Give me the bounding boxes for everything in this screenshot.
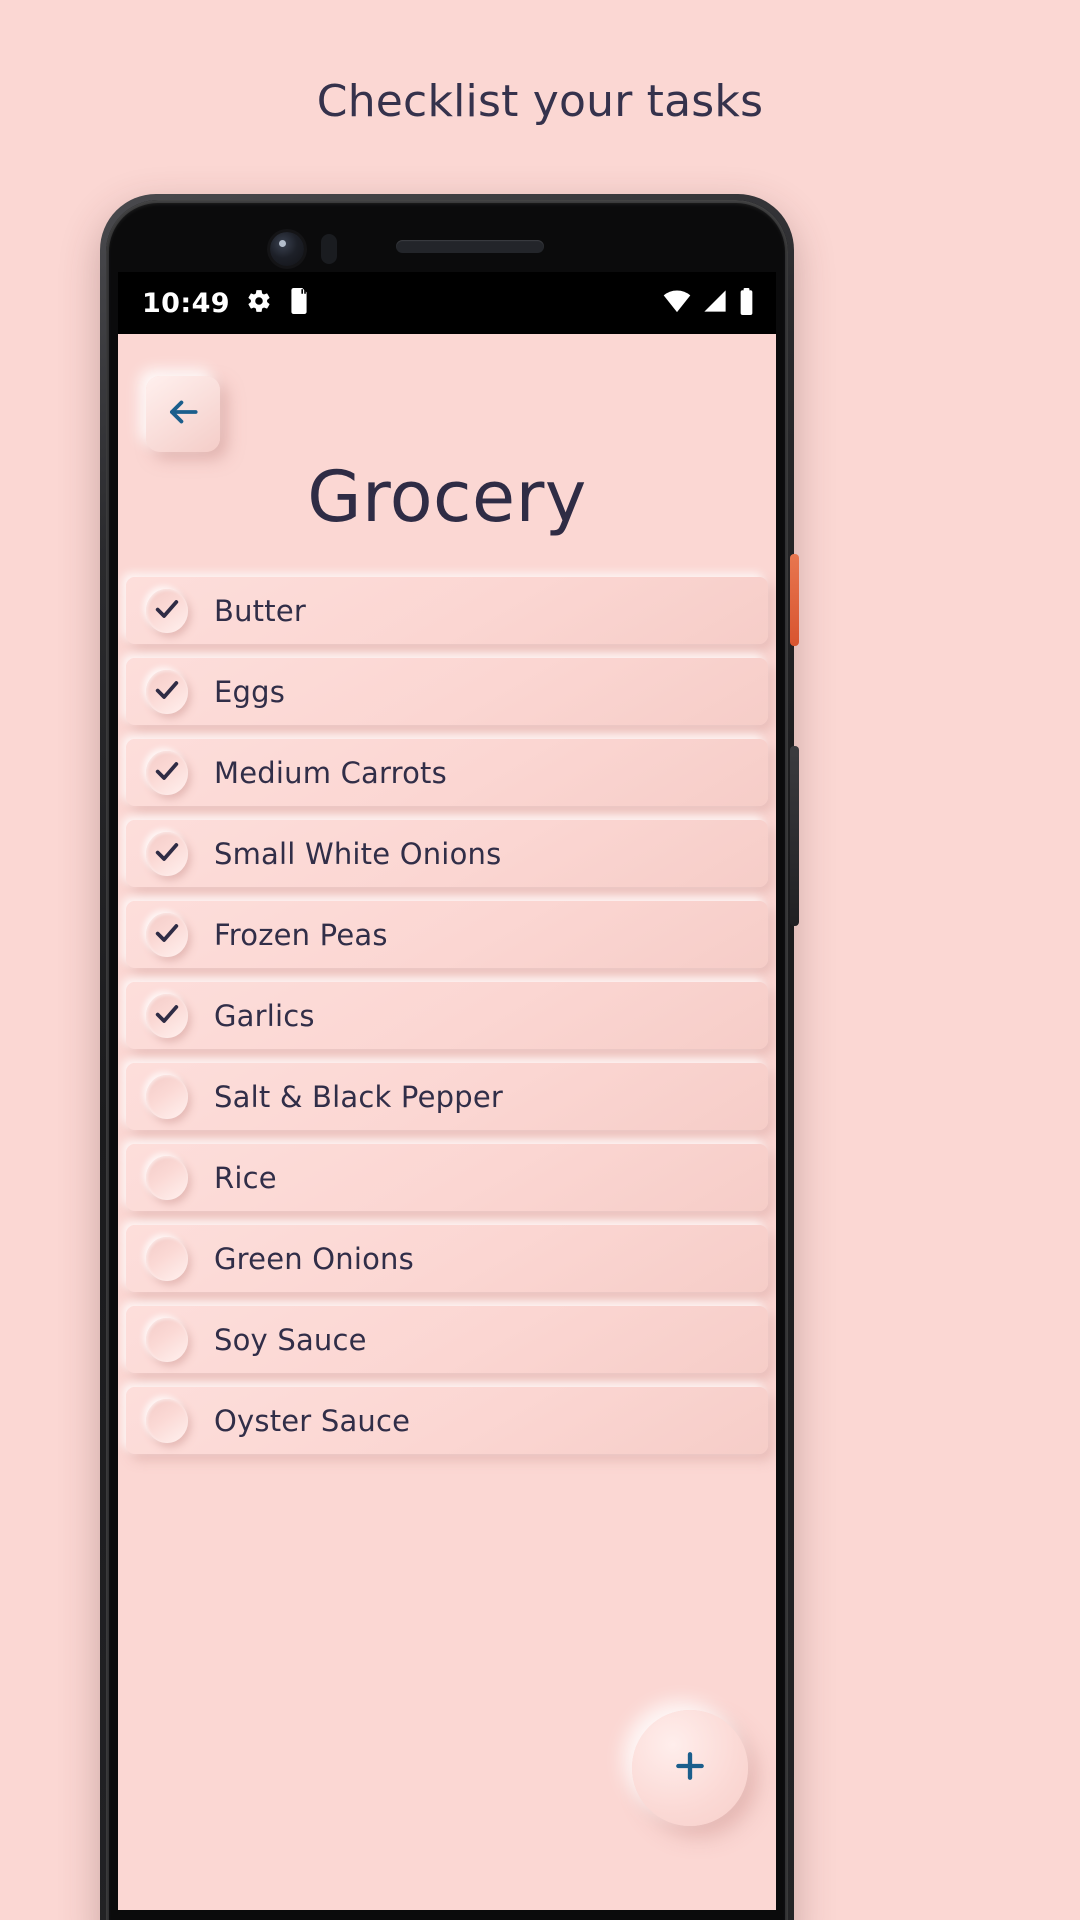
phone-device-frame: 10:49 Grocery Butter Eggs Medium Carrots…: [100, 194, 799, 1920]
task-label: Soy Sauce: [214, 1322, 367, 1357]
checkbox-checked[interactable]: [146, 750, 188, 795]
task-label: Small White Onions: [214, 836, 502, 871]
earpiece-speaker-icon: [396, 240, 544, 253]
proximity-sensor-icon: [321, 234, 337, 264]
gear-icon: [246, 288, 272, 318]
status-bar-right: [663, 287, 754, 319]
checkbox-checked[interactable]: [146, 912, 188, 957]
task-row[interactable]: Medium Carrots: [126, 739, 768, 806]
checkbox-unchecked[interactable]: [146, 1155, 188, 1200]
front-camera-icon: [270, 232, 304, 266]
task-row[interactable]: Rice: [126, 1144, 768, 1211]
page-title: Checklist your tasks: [316, 76, 764, 127]
checkbox-checked[interactable]: [146, 588, 188, 633]
check-icon: [153, 676, 181, 708]
power-button[interactable]: [790, 554, 799, 646]
volume-button[interactable]: [790, 746, 799, 926]
phone-notch: [118, 210, 776, 272]
app-screen: Grocery Butter Eggs Medium Carrots Small Wh…: [118, 334, 776, 1910]
checkbox-checked[interactable]: [146, 669, 188, 714]
arrow-left-icon: [164, 393, 202, 435]
checkbox-unchecked[interactable]: [146, 1398, 188, 1443]
status-bar-clock: 10:49: [142, 287, 230, 319]
task-row[interactable]: Small White Onions: [126, 820, 768, 887]
battery-icon: [739, 287, 754, 319]
check-icon: [153, 757, 181, 789]
checkbox-unchecked[interactable]: [146, 1317, 188, 1362]
check-icon: [153, 1000, 181, 1032]
task-label: Medium Carrots: [214, 755, 447, 790]
task-row[interactable]: Salt & Black Pepper: [126, 1063, 768, 1130]
task-label: Rice: [214, 1160, 277, 1195]
checkbox-checked[interactable]: [146, 831, 188, 876]
check-icon: [153, 838, 181, 870]
check-icon: [153, 919, 181, 951]
task-label: Frozen Peas: [214, 917, 388, 952]
screenshot-root: Checklist your tasks 10:49 Grocery Butte…: [0, 0, 1080, 1920]
status-bar-left: 10:49: [142, 288, 310, 319]
checkbox-checked[interactable]: [146, 993, 188, 1038]
task-row[interactable]: Butter: [126, 577, 768, 644]
add-task-fab[interactable]: [632, 1710, 748, 1826]
list-title: Grocery: [307, 456, 587, 538]
task-row[interactable]: Oyster Sauce: [126, 1387, 768, 1454]
sd-card-icon: [288, 288, 310, 318]
task-label: Eggs: [214, 674, 286, 709]
checkbox-unchecked[interactable]: [146, 1074, 188, 1119]
task-list: Butter Eggs Medium Carrots Small White Onio…: [118, 577, 776, 1468]
task-row[interactable]: Frozen Peas: [126, 901, 768, 968]
task-label: Oyster Sauce: [214, 1403, 411, 1438]
task-label: Garlics: [214, 998, 315, 1033]
task-row[interactable]: Garlics: [126, 982, 768, 1049]
status-bar: 10:49: [118, 272, 776, 334]
check-icon: [153, 595, 181, 627]
task-row[interactable]: Green Onions: [126, 1225, 768, 1292]
back-button[interactable]: [146, 376, 220, 452]
wifi-icon: [663, 289, 691, 317]
checkbox-unchecked[interactable]: [146, 1236, 188, 1281]
task-label: Salt & Black Pepper: [214, 1079, 504, 1114]
phone-screen-area: 10:49 Grocery Butter Eggs Medium Carrots…: [106, 200, 788, 1920]
cellular-signal-icon: [702, 289, 728, 317]
task-label: Green Onions: [214, 1241, 414, 1276]
plus-icon: [670, 1746, 710, 1790]
task-row[interactable]: Eggs: [126, 658, 768, 725]
task-label: Butter: [214, 593, 306, 628]
task-row[interactable]: Soy Sauce: [126, 1306, 768, 1373]
